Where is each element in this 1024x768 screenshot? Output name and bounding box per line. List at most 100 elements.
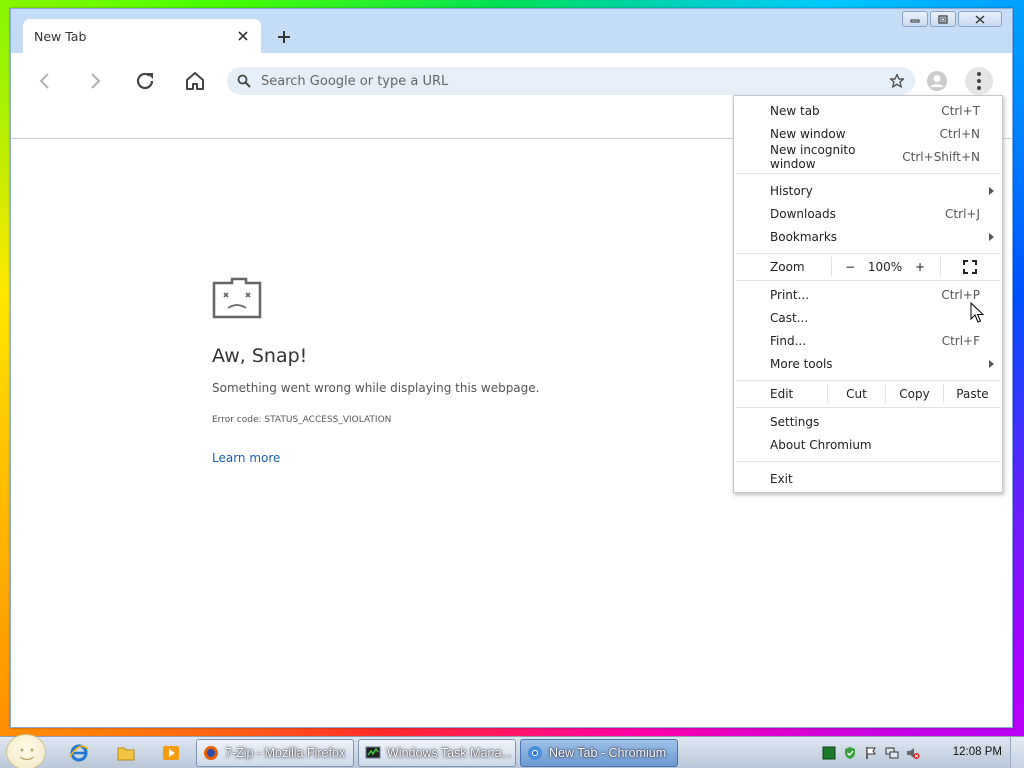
taskbar-item-label: 7-Zip - Mozilla Firefox xyxy=(225,746,346,760)
menu-item-cast[interactable]: Cast... xyxy=(734,306,1002,329)
menu-item-settings[interactable]: Settings xyxy=(734,410,1002,433)
menu-shortcut: Ctrl+N xyxy=(939,126,980,141)
minimize-icon xyxy=(910,19,920,23)
clock: 12:08 PM xyxy=(952,746,1002,758)
edit-row: Edit Cut Copy Paste xyxy=(734,380,1002,407)
menu-label: Downloads xyxy=(770,206,836,221)
back-arrow-icon xyxy=(39,73,49,89)
volume-muted-icon[interactable] xyxy=(906,746,920,760)
copy-button[interactable]: Copy xyxy=(886,380,943,407)
menu-separator xyxy=(736,461,1000,462)
menu-item-new-tab[interactable]: New tab Ctrl+T xyxy=(734,99,1002,122)
search-icon xyxy=(237,74,251,88)
start-button[interactable] xyxy=(6,734,46,768)
menu-label: About Chromium xyxy=(770,437,872,452)
show-desktop-button[interactable] xyxy=(1010,737,1024,768)
zoom-in-button[interactable]: + xyxy=(912,253,928,280)
network-monitor-icon[interactable] xyxy=(822,746,836,760)
menu-item-history[interactable]: History xyxy=(734,179,1002,202)
fullscreen-icon xyxy=(963,259,977,274)
edit-label: Edit xyxy=(770,386,794,401)
home-icon xyxy=(186,72,204,90)
firefox-icon xyxy=(204,746,218,760)
omnibox[interactable] xyxy=(227,67,915,95)
system-tray: 12:08 PM xyxy=(814,737,1024,768)
taskbar-item-chromium[interactable]: New Tab - Chromium xyxy=(520,739,678,767)
media-player-icon[interactable] xyxy=(161,743,181,763)
tab-title: New Tab xyxy=(34,28,87,44)
window-controls xyxy=(902,11,1002,27)
reload-icon xyxy=(136,72,154,90)
window-close-button[interactable] xyxy=(958,11,1002,27)
error-heading: Aw, Snap! xyxy=(212,345,308,367)
submenu-arrow-icon xyxy=(989,186,994,195)
avatar-icon xyxy=(927,71,947,91)
menu-label: New window xyxy=(770,126,846,141)
menu-label: Find... xyxy=(770,333,807,348)
menu-item-about-chromium[interactable]: About Chromium xyxy=(734,433,1002,456)
zoom-divider xyxy=(940,257,941,276)
minimize-button[interactable] xyxy=(902,11,928,27)
menu-item-more-tools[interactable]: More tools xyxy=(734,352,1002,375)
taskbar-item-task-manager[interactable]: Windows Task Mana... xyxy=(358,739,516,767)
network-icon[interactable] xyxy=(885,746,899,760)
menu-button[interactable] xyxy=(965,67,993,95)
menu-separator xyxy=(736,173,1000,174)
fullscreen-button[interactable] xyxy=(960,253,980,280)
menu-item-new-incognito-window[interactable]: New incognito window Ctrl+Shift+N xyxy=(734,142,1002,171)
learn-more-link[interactable]: Learn more xyxy=(212,451,280,465)
zoom-out-button[interactable]: − xyxy=(842,253,858,280)
mouse-cursor-icon xyxy=(970,302,984,323)
taskbar-item-label: Windows Task Mana... xyxy=(387,746,512,760)
menu-item-downloads[interactable]: Downloads Ctrl+J xyxy=(734,202,1002,225)
taskbar: 7-Zip - Mozilla Firefox Windows Task Man… xyxy=(0,734,1024,768)
back-button[interactable] xyxy=(31,67,59,95)
app-menu: New tab Ctrl+T New window Ctrl+N New incog… xyxy=(733,95,1003,493)
maximize-button[interactable] xyxy=(930,11,956,27)
cut-button[interactable]: Cut xyxy=(828,380,885,407)
menu-label: Settings xyxy=(770,414,820,429)
url-input[interactable] xyxy=(261,73,889,89)
menu-item-bookmarks[interactable]: Bookmarks xyxy=(734,225,1002,248)
sad-tab-icon xyxy=(212,277,262,319)
security-shield-icon[interactable] xyxy=(843,746,857,760)
menu-shortcut: Ctrl+F xyxy=(941,333,980,348)
error-page: Aw, Snap! Something went wrong while dis… xyxy=(212,277,712,466)
close-icon[interactable] xyxy=(235,28,251,44)
forward-button[interactable] xyxy=(81,67,109,95)
tab-new-tab[interactable]: New Tab xyxy=(23,19,261,53)
menu-item-find[interactable]: Find... Ctrl+F xyxy=(734,329,1002,352)
taskbar-item-label: New Tab - Chromium xyxy=(549,746,667,760)
internet-explorer-icon[interactable] xyxy=(69,743,89,763)
menu-separator xyxy=(736,280,1000,281)
menu-shortcut: Ctrl+J xyxy=(945,206,980,221)
menu-label: Cast... xyxy=(770,310,809,325)
menu-label: More tools xyxy=(770,356,833,371)
chromium-icon xyxy=(528,746,542,760)
folder-icon[interactable] xyxy=(116,743,136,763)
menu-shortcut: Ctrl+P xyxy=(941,287,980,302)
zoom-level: 100% xyxy=(867,259,903,274)
zoom-row: Zoom − 100% + xyxy=(734,253,1002,280)
zoom-label: Zoom xyxy=(770,259,805,274)
title-bar: New Tab xyxy=(11,9,1012,53)
menu-label: New incognito window xyxy=(770,142,856,171)
smiley-icon xyxy=(19,748,35,761)
task-manager-icon xyxy=(365,746,381,759)
submenu-arrow-icon xyxy=(989,232,994,241)
restore-icon xyxy=(938,14,948,24)
menu-item-print[interactable]: Print... Ctrl+P xyxy=(734,283,1002,306)
profile-button[interactable] xyxy=(923,67,951,95)
new-tab-button[interactable] xyxy=(273,26,295,48)
error-code: Error code: STATUS_ACCESS_VIOLATION xyxy=(212,415,392,425)
home-button[interactable] xyxy=(181,67,209,95)
menu-item-exit[interactable]: Exit xyxy=(734,467,1002,490)
taskbar-item-firefox[interactable]: 7-Zip - Mozilla Firefox xyxy=(196,739,354,767)
zoom-divider xyxy=(831,257,832,276)
paste-button[interactable]: Paste xyxy=(944,380,1001,407)
action-center-flag-icon[interactable] xyxy=(864,746,878,760)
menu-label: Print... xyxy=(770,287,810,302)
reload-button[interactable] xyxy=(131,67,159,95)
star-icon[interactable] xyxy=(889,73,905,89)
close-icon xyxy=(975,14,985,24)
